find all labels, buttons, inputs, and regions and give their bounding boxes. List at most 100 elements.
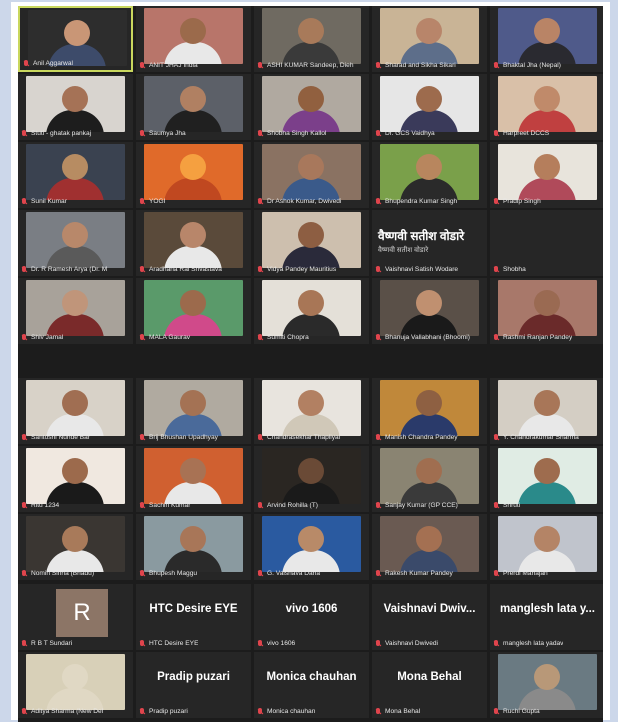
participant-video <box>26 516 125 572</box>
participant-face <box>416 154 442 180</box>
participant-name-bar: Chandrasekhar Thapliyal <box>257 433 366 443</box>
mic-muted-icon <box>493 502 500 510</box>
participant-face <box>62 222 88 248</box>
participant-tile[interactable]: Ruchi Gupta <box>490 652 603 718</box>
participant-tile[interactable]: Shruti <box>490 446 603 512</box>
participant-video <box>28 10 127 66</box>
participant-video <box>498 448 597 504</box>
participant-tile[interactable]: Chandrasekhar Thapliyal <box>254 378 369 444</box>
participant-gallery-grid: Anil Aggarwal ANIT JHAJ India ASHI KUMAR S… <box>18 6 603 722</box>
mic-muted-icon <box>493 570 500 578</box>
participant-face <box>180 18 206 44</box>
participant-tile[interactable]: Harpreet DCCS <box>490 74 603 140</box>
participant-name-label: Nomin Sinha (Bhadu) <box>31 570 95 577</box>
participant-name-label: Shiv Jamal <box>31 334 64 341</box>
participant-name-bar: Santoshi Nunde Bar <box>21 433 130 443</box>
mic-muted-icon <box>139 198 146 206</box>
participant-tile[interactable]: Sharad and Sikha Sikari <box>372 6 487 72</box>
participant-name-bar: Shobha Singh Kallol <box>257 129 366 139</box>
participant-tile[interactable]: vivo 1606 vivo 1606 <box>254 584 369 650</box>
participant-video <box>380 8 479 64</box>
participant-name-bar: ASHI KUMAR Sandeep, Dieh <box>257 61 366 71</box>
participant-tile[interactable]: Dr. R Ramesh Arya (Dr. M <box>18 210 133 276</box>
participant-tile[interactable]: Sachin Kumar <box>136 446 251 512</box>
participant-tile[interactable]: Rashmi Ranjan Pandey <box>490 278 603 344</box>
participant-tile[interactable]: Anil Aggarwal <box>18 6 133 72</box>
participant-tile[interactable]: HTC Desire EYE HTC Desire EYE <box>136 584 251 650</box>
participant-video <box>380 144 479 200</box>
participant-display-name: Vaishnavi Dwiv... <box>383 603 476 615</box>
participant-tile[interactable]: Y. Chandrakumar Sharma <box>490 378 603 444</box>
participant-tile[interactable]: Pradip puzari Pradip puzari <box>136 652 251 718</box>
participant-name-bar: Aradhana Rai Srivastava <box>139 265 248 275</box>
participant-tile[interactable]: YOGI <box>136 142 251 208</box>
participant-face <box>416 86 442 112</box>
participant-tile[interactable]: Bhupesh Maggu <box>136 514 251 580</box>
participant-face <box>534 664 560 690</box>
participant-name-label: Brij Bhushan Upadhyay <box>149 434 218 441</box>
participant-name-bar: Dr Ashok Kumar, Dwivedi <box>257 197 366 207</box>
participant-name-label: ANIT JHAJ India <box>149 62 198 69</box>
participant-tile[interactable]: Bhaktal Jha (Nepal) <box>490 6 603 72</box>
participant-name-label: Anil Aggarwal <box>33 60 73 67</box>
participant-name-label: Stuti - ghatak pankaj <box>31 130 92 137</box>
participant-display-name: Mona Behal <box>397 671 462 683</box>
participant-tile[interactable]: Ritu 1234 <box>18 446 133 512</box>
participant-tile[interactable]: Rakesh Kumar Pandey <box>372 514 487 580</box>
participant-name-label: R B T Sundari <box>31 640 73 647</box>
participant-tile[interactable]: Saumya Jha <box>136 74 251 140</box>
participant-tile[interactable]: Bhanuja Vallabhani (Bhoomi) <box>372 278 487 344</box>
participant-name-bar: Dr. R Ramesh Arya (Dr. M <box>21 265 130 275</box>
participant-subtitle: वैष्णवी सतीश वोडारे <box>378 247 429 254</box>
participant-tile[interactable]: Vaishnavi Dwiv... Vaishnavi Dwivedi <box>372 584 487 650</box>
mic-muted-icon <box>375 434 382 442</box>
participant-tile[interactable]: Brij Bhushan Upadhyay <box>136 378 251 444</box>
participant-tile[interactable]: G. Vaisnava Daha <box>254 514 369 580</box>
participant-tile[interactable]: Aradhana Rai Srivastava <box>136 210 251 276</box>
participant-tile[interactable]: Dr Ashok Kumar, Dwivedi <box>254 142 369 208</box>
participant-tile[interactable]: Manish Chandra Pandey <box>372 378 487 444</box>
participant-tile[interactable]: ANIT JHAJ India <box>136 6 251 72</box>
participant-name-label: Ritu 1234 <box>31 502 60 509</box>
participant-tile[interactable]: Shobha <box>490 210 603 276</box>
participant-tile[interactable]: वैष्णवी सतीश वोडारे वैष्णवी सतीश वोडारे Va… <box>372 210 487 276</box>
participant-name-label: Aditya Sharma (New Del <box>31 708 104 715</box>
participant-name-label: Sumiti Chopra <box>267 334 309 341</box>
mic-muted-icon <box>257 640 264 648</box>
participant-tile[interactable]: ASHI KUMAR Sandeep, Dieh <box>254 6 369 72</box>
participant-tile[interactable]: Pradip Singh <box>490 142 603 208</box>
participant-tile[interactable]: Sumiti Chopra <box>254 278 369 344</box>
participant-tile[interactable]: Bhupendra Kumar Singh <box>372 142 487 208</box>
participant-video <box>26 76 125 132</box>
participant-tile[interactable]: Shiv Jamal <box>18 278 133 344</box>
participant-tile[interactable]: manglesh lata y... manglesh lata yadav <box>490 584 603 650</box>
participant-face <box>64 20 90 46</box>
participant-tile[interactable]: Stuti - ghatak pankaj <box>18 74 133 140</box>
participant-video <box>380 448 479 504</box>
participant-name-label: Shobha Singh Kallol <box>267 130 327 137</box>
participant-tile[interactable]: Prerdi Mahajan <box>490 514 603 580</box>
participant-tile[interactable]: Arvind Rohilla (T) <box>254 446 369 512</box>
mic-muted-icon <box>257 62 264 70</box>
participant-tile[interactable]: Santoshi Nunde Bar <box>18 378 133 444</box>
participant-tile[interactable]: Vidya Pandey Mauritius <box>254 210 369 276</box>
participant-tile[interactable]: Shobha Singh Kallol <box>254 74 369 140</box>
participant-tile[interactable]: Sunil Kumar <box>18 142 133 208</box>
participant-tile[interactable]: Mona Behal Mona Behal <box>372 652 487 718</box>
participant-tile[interactable]: R R B T Sundari <box>18 584 133 650</box>
participant-name-label: Rashmi Ranjan Pandey <box>503 334 573 341</box>
gallery-row: RR B T Sundari HTC Desire EYE HTC Desire E… <box>18 584 603 650</box>
participant-face <box>534 154 560 180</box>
participant-tile[interactable]: Nomin Sinha (Bhadu) <box>18 514 133 580</box>
participant-tile[interactable]: Aditya Sharma (New Del <box>18 652 133 718</box>
participant-face <box>416 458 442 484</box>
participant-video <box>262 144 361 200</box>
participant-name-bar: Aditya Sharma (New Del <box>21 707 130 717</box>
participant-tile[interactable]: MALA Gaurav <box>136 278 251 344</box>
participant-video <box>26 280 125 336</box>
participant-tile[interactable]: Sanjay Kumar (GP CCE) <box>372 446 487 512</box>
participant-tile[interactable]: Dr. GCS Vaidhya <box>372 74 487 140</box>
participant-tile[interactable]: Monica chauhan Monica chauhan <box>254 652 369 718</box>
participant-face <box>62 458 88 484</box>
mic-muted-icon <box>375 640 382 648</box>
